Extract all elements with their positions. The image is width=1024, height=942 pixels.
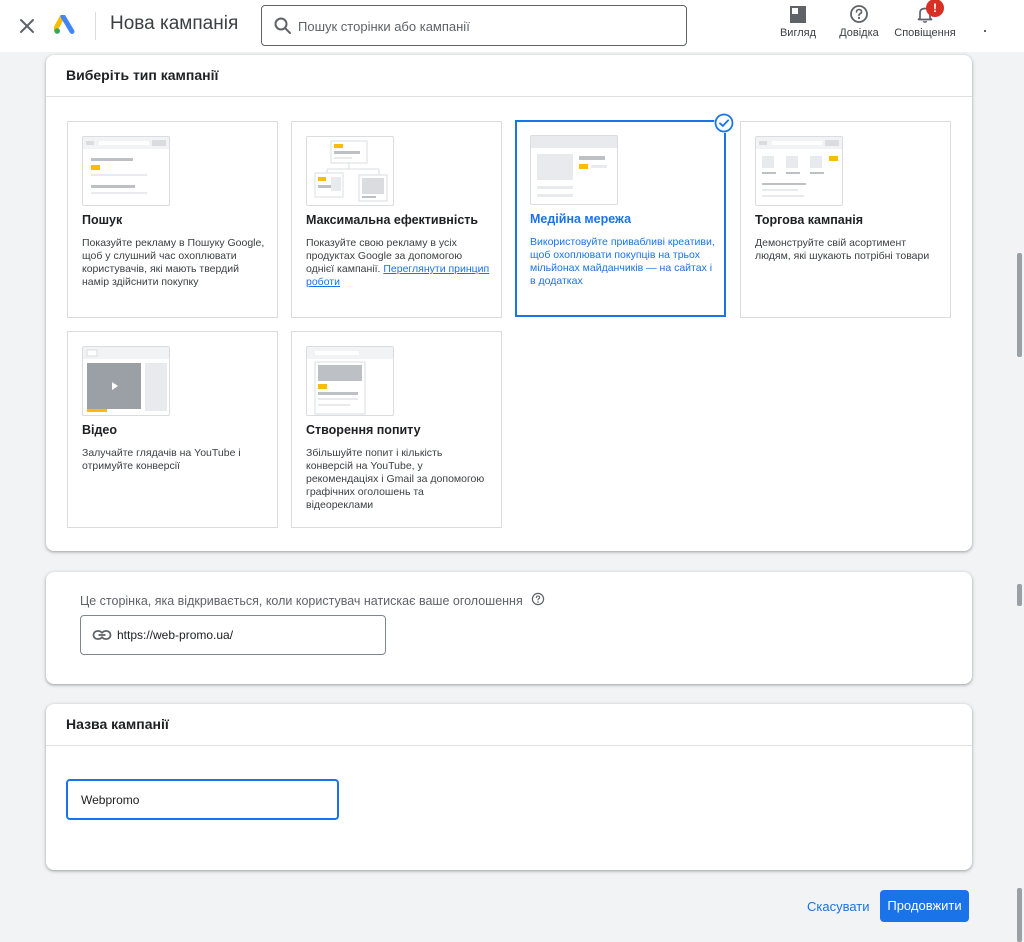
tile-title: Максимальна ефективність (306, 213, 479, 227)
help-icon (850, 5, 868, 23)
tile-demand-gen[interactable]: Створення попиту Збільшуйте попит і кіль… (291, 331, 502, 528)
tile-description: Залучайте глядачів на YouTube і отримуйт… (82, 447, 241, 472)
link-icon (92, 630, 112, 640)
landing-page-card: Це сторінка, яка відкривається, коли кор… (46, 572, 972, 684)
tile-description: Показуйте рекламу в Пошуку Google, щоб у… (82, 237, 265, 288)
top-bar: Нова кампанія Вигляд Довідка ! (0, 0, 1024, 52)
view-icon (790, 6, 806, 23)
tile-video[interactable]: Відео Залучайте глядачів на YouTube і от… (67, 331, 278, 528)
notifications-button[interactable]: ! Сповіщення (892, 0, 958, 44)
search-thumbnail (82, 136, 170, 206)
display-thumbnail (530, 135, 618, 205)
overflow-dot[interactable] (984, 30, 986, 32)
campaign-name-input[interactable] (81, 792, 321, 808)
view-button[interactable]: Вигляд (776, 4, 820, 44)
help-button[interactable]: Довідка (836, 4, 882, 44)
campaign-type-card: Виберіть тип кампанії Пошук Показуйте ре… (46, 55, 972, 551)
cancel-button[interactable]: Скасувати (799, 893, 878, 919)
close-icon[interactable] (14, 13, 40, 39)
search-box[interactable] (261, 5, 687, 46)
scrollbar-fragment (1017, 584, 1022, 606)
tile-title: Медійна мережа (530, 212, 632, 226)
tile-performance-max[interactable]: Максимальна ефективність Показуйте свою … (291, 121, 502, 318)
header-divider (95, 12, 96, 40)
tile-display[interactable]: Медійна мережа Використовуйте привабливі… (515, 113, 734, 317)
campaign-type-heading: Виберіть тип кампанії (46, 55, 972, 97)
help-tooltip-icon[interactable] (531, 592, 545, 606)
tile-title: Створення попиту (306, 423, 421, 437)
campaign-name-field[interactable] (66, 779, 339, 820)
help-label: Довідка (839, 27, 879, 39)
tile-title: Відео (82, 423, 118, 437)
search-input[interactable] (298, 15, 668, 37)
tile-description: Показуйте свою рекламу в усіх продуктах … (306, 237, 492, 289)
search-icon (274, 17, 291, 34)
tile-shopping[interactable]: Торгова кампанія Демонструйте свій асорт… (740, 121, 951, 318)
tile-description: Демонструйте свій асортимент людям, які … (755, 237, 930, 262)
tile-title: Пошук (82, 213, 123, 227)
shopping-thumbnail (755, 136, 843, 206)
final-url-field[interactable] (80, 615, 386, 655)
continue-button[interactable]: Продовжити (880, 890, 969, 922)
campaign-name-card: Назва кампанії (46, 704, 972, 870)
performance-max-thumbnail (306, 136, 394, 206)
page-title: Нова кампанія (110, 13, 239, 34)
view-label: Вигляд (779, 27, 817, 39)
campaign-name-heading: Назва кампанії (46, 704, 972, 746)
tile-search[interactable]: Пошук Показуйте рекламу в Пошуку Google,… (67, 121, 278, 318)
landing-page-label: Це сторінка, яка відкривається, коли кор… (80, 594, 523, 608)
selected-check-icon (714, 113, 734, 133)
notification-badge: ! (926, 0, 944, 17)
tile-title: Торгова кампанія (755, 213, 864, 227)
video-thumbnail (82, 346, 170, 416)
scrollbar-fragment (1017, 888, 1022, 942)
google-ads-logo-icon (54, 15, 75, 34)
demand-gen-thumbnail (306, 346, 394, 416)
scrollbar-thumb[interactable] (1017, 253, 1022, 357)
tile-description: Використовуйте привабливі креативи, щоб … (530, 236, 715, 287)
notifications-label: Сповіщення (894, 27, 956, 39)
tile-description: Збільшуйте попит і кількість конверсій н… (306, 447, 485, 511)
final-url-input[interactable] (117, 626, 377, 644)
